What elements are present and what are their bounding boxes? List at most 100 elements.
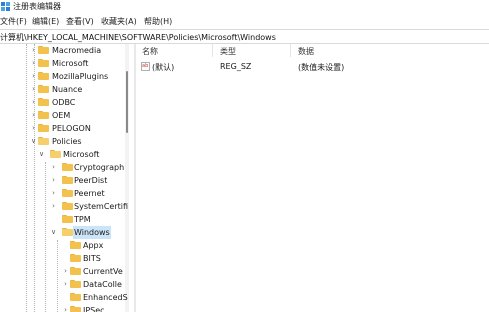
tree-item-label: BITS [83, 254, 101, 263]
tree-item-label: PeerDist [74, 176, 108, 185]
tree-item-label: Windows [73, 226, 111, 239]
title-bar: 注册表编辑器 [0, 0, 489, 13]
folder-icon [38, 124, 49, 132]
column-name[interactable]: 名称 [142, 46, 158, 57]
column-divider[interactable] [290, 44, 291, 57]
folder-icon [70, 267, 81, 275]
chevron-right-icon[interactable]: › [30, 47, 37, 54]
tree-item[interactable]: › MozillaPlugins [0, 70, 126, 83]
folder-icon [38, 59, 49, 67]
tree-item[interactable]: › CurrentVe [0, 265, 126, 278]
folder-icon [38, 46, 49, 54]
menu-favorites[interactable]: 收藏夹(A) [101, 16, 137, 27]
tree-item[interactable]: › PeerDist [0, 174, 126, 187]
folder-icon [38, 85, 49, 93]
tree-item-label: Nuance [52, 85, 83, 94]
folder-icon [62, 228, 73, 236]
chevron-down-icon[interactable]: ∨ [30, 138, 37, 145]
address-bar[interactable]: 计算机\HKEY_LOCAL_MACHINE\SOFTWARE\Policies… [0, 29, 489, 44]
chevron-right-icon[interactable]: › [30, 86, 37, 93]
tree-item-label: TPM [74, 215, 91, 224]
folder-icon [38, 111, 49, 119]
tree-item-label: EnhancedS [83, 293, 128, 302]
tree-item[interactable]: TPM [0, 213, 126, 226]
tree-item-label: Microsoft [52, 59, 89, 68]
chevron-right-icon[interactable]: › [30, 112, 37, 119]
tree-item[interactable]: › DataColle [0, 278, 126, 291]
chevron-right-icon[interactable]: › [62, 281, 69, 288]
chevron-right-icon[interactable]: › [30, 73, 37, 80]
tree-item[interactable]: › SystemCertifi [0, 200, 129, 213]
address-path[interactable]: 计算机\HKEY_LOCAL_MACHINE\SOFTWARE\Policies… [0, 32, 276, 43]
tree-item[interactable]: › IPSec [0, 304, 126, 312]
tree-item[interactable]: › ODBC [0, 96, 126, 109]
value-row[interactable]: ab (默认) REG_SZ (数值未设置) [136, 61, 489, 73]
values-header: 名称 类型 数据 [136, 44, 489, 57]
menu-view[interactable]: 查看(V) [66, 16, 94, 27]
value-name: (默认) [152, 63, 175, 72]
menu-edit[interactable]: 编辑(E) [32, 16, 59, 27]
tree-item-label: Appx [83, 241, 104, 250]
tree-item[interactable]: › Cryptograph [0, 161, 126, 174]
tree-item[interactable]: › Macromedia [0, 44, 126, 57]
tree-item-label: SystemCertifi [74, 202, 129, 211]
chevron-right-icon[interactable]: › [62, 307, 69, 312]
chevron-right-icon[interactable]: › [50, 190, 57, 197]
chevron-right-icon[interactable]: › [30, 99, 37, 106]
menu-file[interactable]: 文件(F) [0, 16, 27, 27]
folder-icon [50, 150, 61, 158]
folder-icon [62, 215, 73, 223]
tree-item[interactable]: ∨ Microsoft [0, 148, 126, 161]
chevron-right-icon[interactable]: › [50, 203, 57, 210]
menu-bar: 文件(F) 编辑(E) 查看(V) 收藏夹(A) 帮助(H) [0, 13, 489, 29]
tree-item[interactable]: ∨ Policies [0, 135, 126, 148]
menu-help[interactable]: 帮助(H) [144, 16, 172, 27]
chevron-right-icon[interactable]: › [30, 125, 37, 132]
tree-item[interactable]: ∨ Windows [0, 226, 126, 239]
registry-editor-icon [1, 2, 10, 11]
string-value-icon: ab [141, 62, 150, 71]
chevron-down-icon[interactable]: ∨ [50, 229, 57, 236]
tree-item-label: Macromedia [52, 46, 102, 55]
folder-icon [70, 254, 81, 262]
key-tree[interactable]: › Macromedia › Microsoft › MozillaPlugins › Nua… [0, 44, 134, 312]
chevron-down-icon[interactable]: ∨ [38, 151, 45, 158]
column-divider[interactable] [212, 44, 213, 57]
tree-item[interactable]: › OEM [0, 109, 126, 122]
tree-scrollbar-thumb[interactable] [126, 71, 128, 133]
tree-item-label: IPSec [83, 306, 105, 312]
column-type[interactable]: 类型 [220, 46, 236, 57]
value-type: REG_SZ [220, 62, 252, 71]
tree-item-label: PELOGON [52, 124, 91, 133]
tree-item[interactable]: › PELOGON [0, 122, 126, 135]
tree-item-label: Cryptograph [74, 163, 125, 172]
folder-icon [70, 306, 81, 312]
folder-icon [70, 280, 81, 288]
folder-icon [62, 176, 73, 184]
folder-icon [38, 98, 49, 106]
window-title: 注册表编辑器 [13, 2, 61, 11]
tree-item-label: Policies [52, 137, 82, 146]
tree-item[interactable]: › Peernet [0, 187, 126, 200]
tree-item[interactable]: EnhancedS [0, 291, 128, 304]
tree-item[interactable]: › Microsoft [0, 57, 126, 70]
folder-icon [38, 137, 49, 145]
column-data[interactable]: 数据 [298, 46, 314, 57]
folder-icon [62, 163, 73, 171]
tree-item-label: OEM [52, 111, 71, 120]
chevron-right-icon[interactable]: › [30, 60, 37, 67]
chevron-right-icon[interactable]: › [50, 164, 57, 171]
value-data: (数值未设置) [298, 63, 345, 72]
tree-item-label: CurrentVe [83, 267, 123, 276]
tree-item[interactable]: Appx [0, 239, 126, 252]
tree-item[interactable]: › Nuance [0, 83, 126, 96]
folder-icon [62, 202, 73, 210]
tree-item-label: Microsoft [63, 150, 100, 159]
tree-item-label: Peernet [74, 189, 105, 198]
tree-item[interactable]: BITS [0, 252, 126, 265]
values-pane[interactable]: 名称 类型 数据 ab (默认) REG_SZ (数值未设置) [136, 44, 489, 312]
chevron-right-icon[interactable]: › [62, 268, 69, 275]
tree-item-label: DataColle [83, 280, 122, 289]
chevron-right-icon[interactable]: › [50, 177, 57, 184]
tree-item-label: MozillaPlugins [52, 72, 109, 81]
